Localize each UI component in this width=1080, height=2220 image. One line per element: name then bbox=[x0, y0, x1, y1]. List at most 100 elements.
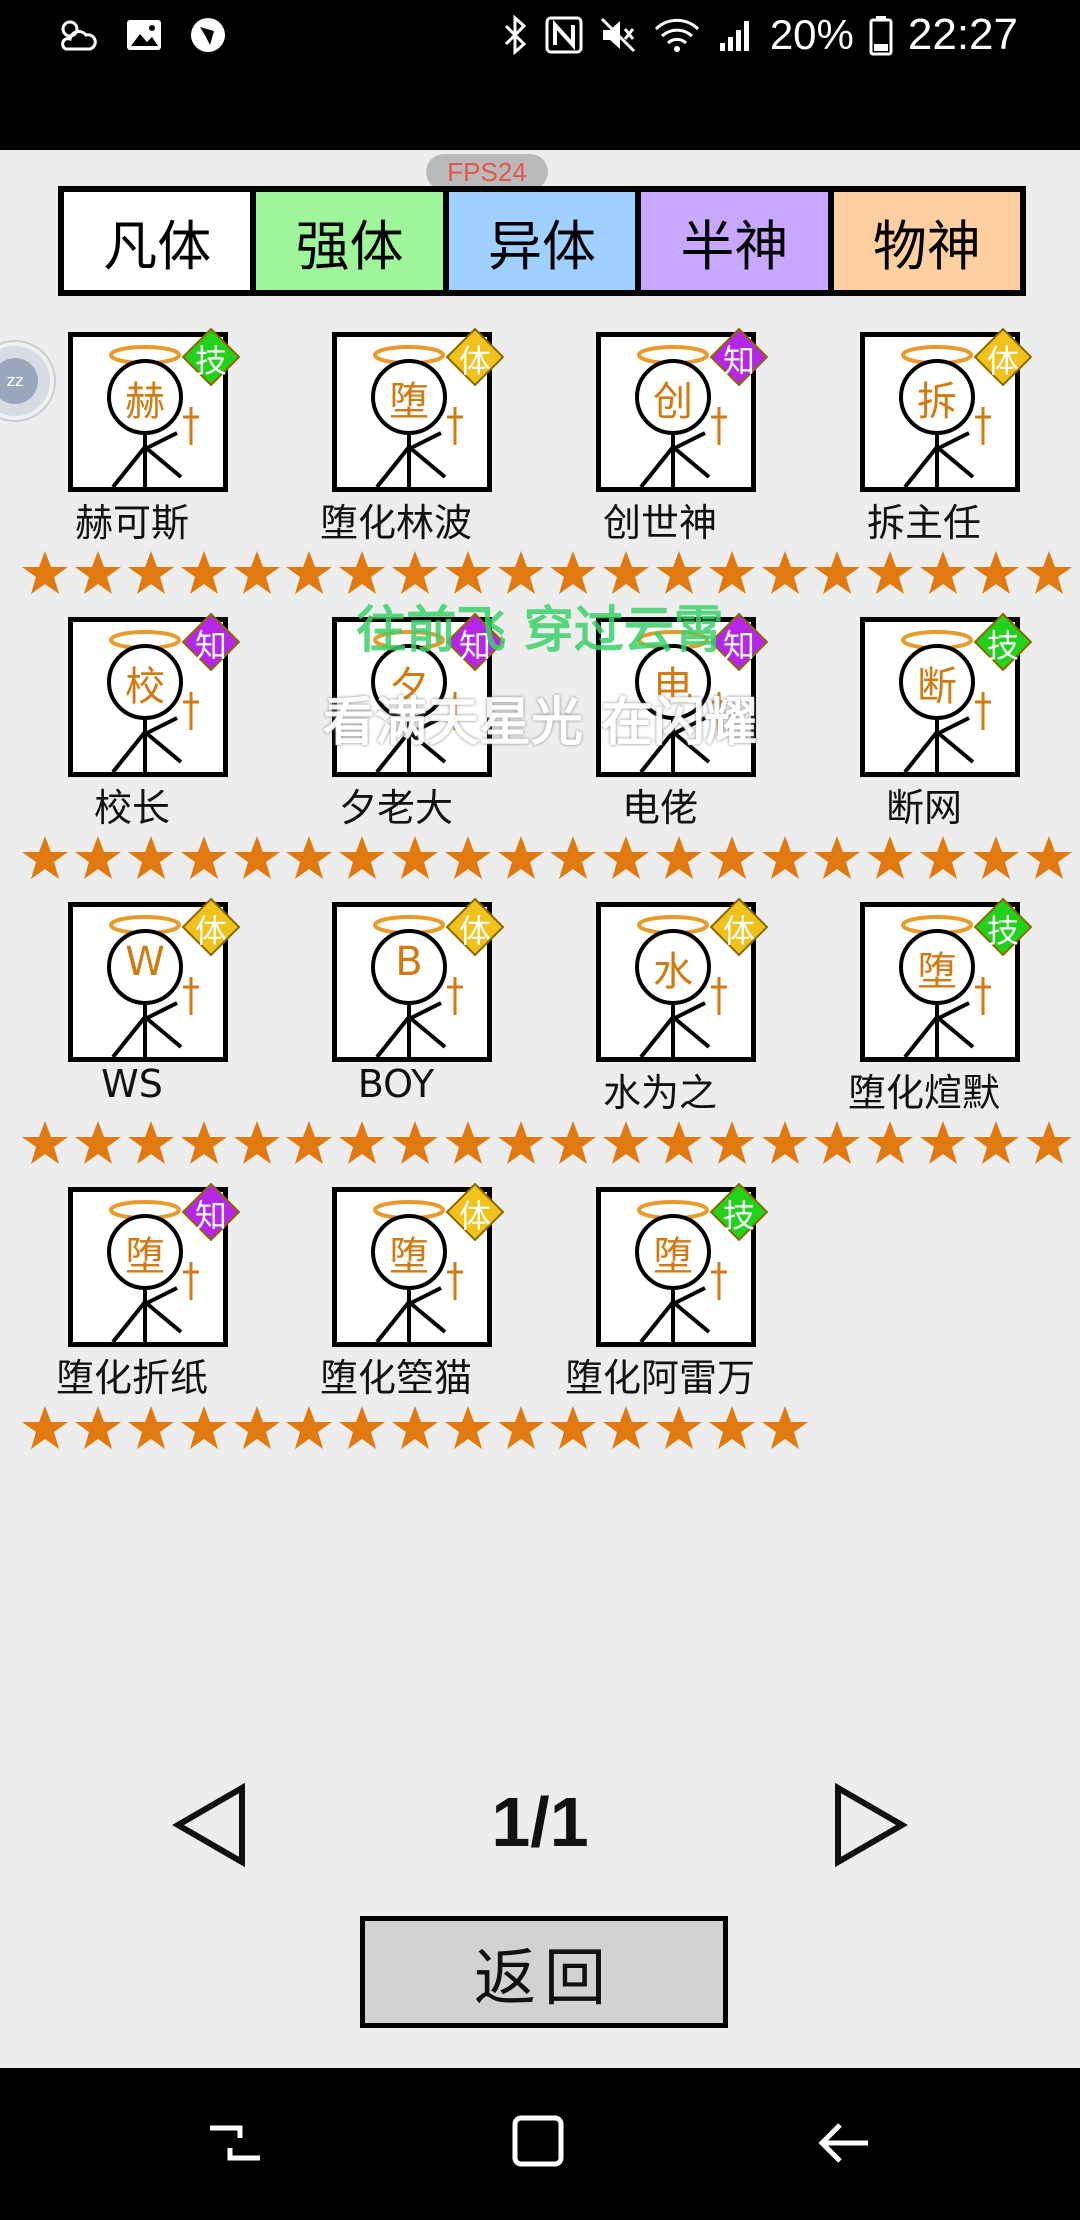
grid-row: W 体 WS B 体 BOY 水体水为之堕技堕化煊默 bbox=[0, 896, 1080, 1181]
tab-label: 异体 bbox=[488, 214, 597, 278]
star-icon bbox=[550, 551, 596, 594]
badge-label: 体 bbox=[458, 1197, 491, 1235]
character-name: WS bbox=[101, 1062, 163, 1106]
star-icon bbox=[603, 1406, 649, 1449]
star-icon bbox=[603, 836, 649, 879]
star-icon bbox=[339, 1121, 385, 1164]
attribute-badge: 体 bbox=[709, 897, 769, 957]
back-nav-icon[interactable] bbox=[810, 2108, 880, 2178]
star-icon bbox=[920, 1121, 966, 1164]
star-icon bbox=[814, 551, 860, 594]
character-name: 电佬 bbox=[621, 786, 698, 830]
character-portrait: 夕知 bbox=[332, 612, 505, 777]
signal-icon bbox=[719, 21, 749, 51]
star-icon bbox=[603, 1121, 649, 1164]
prev-page-arrow-icon[interactable] bbox=[170, 1782, 250, 1868]
character-face-glyph: 堕 bbox=[653, 1234, 693, 1280]
character-card[interactable]: B 体 BOY bbox=[264, 896, 544, 1181]
character-card[interactable]: 赫技赫可斯 bbox=[0, 326, 280, 611]
star-icon bbox=[920, 551, 966, 594]
character-grid: 赫技赫可斯堕体堕化林波创知创世神拆体拆主任校知校长夕知夕老大电知电佬断技断网 W 体… bbox=[0, 326, 1080, 1466]
attribute-badge: 体 bbox=[445, 1182, 505, 1242]
star-icon bbox=[339, 551, 385, 594]
star-icon bbox=[22, 1406, 68, 1449]
badge-label: 体 bbox=[458, 342, 491, 380]
status-right: 20% 22:27 bbox=[500, 8, 1018, 62]
star-icon bbox=[709, 551, 755, 594]
character-card[interactable]: 拆体拆主任 bbox=[792, 326, 1072, 611]
character-card[interactable]: 堕体堕化箜猫 bbox=[264, 1181, 544, 1466]
star-icon bbox=[550, 1406, 596, 1449]
star-icon bbox=[128, 836, 174, 879]
nfc-icon bbox=[545, 16, 583, 54]
recent-apps-icon[interactable] bbox=[200, 2108, 270, 2178]
badge-label: 知 bbox=[458, 627, 491, 665]
home-icon[interactable] bbox=[505, 2108, 575, 2178]
character-portrait: 断技 bbox=[860, 612, 1033, 777]
star-icon bbox=[814, 836, 860, 879]
status-left bbox=[56, 10, 228, 60]
status-bar: 20% 22:27 bbox=[0, 0, 1080, 150]
tab-label: 半神 bbox=[680, 214, 789, 278]
badge-label: 技 bbox=[986, 912, 1019, 950]
tab-qiangti[interactable]: 强体 bbox=[256, 192, 443, 290]
star-icon bbox=[339, 836, 385, 879]
character-face-glyph: 拆 bbox=[917, 379, 957, 425]
attribute-badge: 知 bbox=[181, 1182, 241, 1242]
attribute-badge: 体 bbox=[973, 327, 1033, 387]
star-rating bbox=[812, 833, 1074, 883]
star-icon bbox=[128, 1406, 174, 1449]
page-indicator: 1/1 bbox=[491, 1783, 589, 1861]
star-icon bbox=[445, 551, 491, 594]
character-card[interactable]: 堕体堕化林波 bbox=[264, 326, 544, 611]
star-icon bbox=[75, 1121, 121, 1164]
character-card[interactable]: 电知电佬 bbox=[528, 611, 808, 896]
character-portrait: 创知 bbox=[596, 327, 769, 492]
star-icon bbox=[445, 1406, 491, 1449]
battery-percent: 20% bbox=[769, 11, 854, 58]
back-button[interactable]: 返回 bbox=[360, 1916, 728, 2028]
star-icon bbox=[709, 836, 755, 879]
character-portrait: B体 bbox=[332, 897, 505, 1062]
star-icon bbox=[181, 1121, 227, 1164]
badge-label: 知 bbox=[194, 627, 227, 665]
tab-yiti[interactable]: 异体 bbox=[448, 192, 636, 290]
star-icon bbox=[22, 551, 68, 594]
next-page-arrow-icon[interactable] bbox=[830, 1782, 910, 1868]
character-card[interactable]: 校知校长 bbox=[0, 611, 280, 896]
star-icon bbox=[181, 1406, 227, 1449]
tab-wushen[interactable]: 物神 bbox=[833, 192, 1021, 290]
character-card[interactable]: 堕技堕化煊默 bbox=[792, 896, 1072, 1181]
character-name: 创世神 bbox=[602, 501, 717, 545]
badge-label: 知 bbox=[722, 342, 755, 380]
character-name: 堕化折纸 bbox=[55, 1356, 208, 1400]
character-card[interactable]: W 体 WS bbox=[0, 896, 280, 1181]
character-name: 夕老大 bbox=[338, 786, 453, 830]
tab-fanti[interactable]: 凡体 bbox=[64, 192, 251, 290]
character-card[interactable]: 堕知堕化折纸 bbox=[0, 1181, 280, 1466]
star-icon bbox=[75, 551, 121, 594]
star-icon bbox=[550, 836, 596, 879]
badge-label: 体 bbox=[986, 342, 1019, 380]
character-face-glyph: 水 bbox=[653, 949, 693, 995]
star-icon bbox=[286, 836, 332, 879]
tab-banshen[interactable]: 半神 bbox=[641, 192, 828, 290]
character-portrait: 水体 bbox=[596, 897, 769, 1062]
star-icon bbox=[128, 1121, 174, 1164]
attribute-badge: 技 bbox=[973, 612, 1033, 672]
badge-label: 技 bbox=[722, 1197, 755, 1235]
character-card[interactable]: 断技断网 bbox=[792, 611, 1072, 896]
character-card[interactable]: 夕知夕老大 bbox=[264, 611, 544, 896]
character-card[interactable]: 堕技堕化阿雷万 bbox=[528, 1181, 808, 1466]
character-name: 校长 bbox=[93, 786, 170, 830]
browser-icon bbox=[191, 18, 225, 52]
star-icon bbox=[973, 1121, 1019, 1164]
star-icon bbox=[656, 551, 702, 594]
character-card[interactable]: 水体水为之 bbox=[528, 896, 808, 1181]
star-rating bbox=[20, 548, 282, 598]
star-rating bbox=[548, 1403, 810, 1453]
star-icon bbox=[392, 836, 438, 879]
badge-label: 体 bbox=[194, 912, 227, 950]
badge-label: 知 bbox=[194, 1197, 227, 1235]
character-card[interactable]: 创知创世神 bbox=[528, 326, 808, 611]
